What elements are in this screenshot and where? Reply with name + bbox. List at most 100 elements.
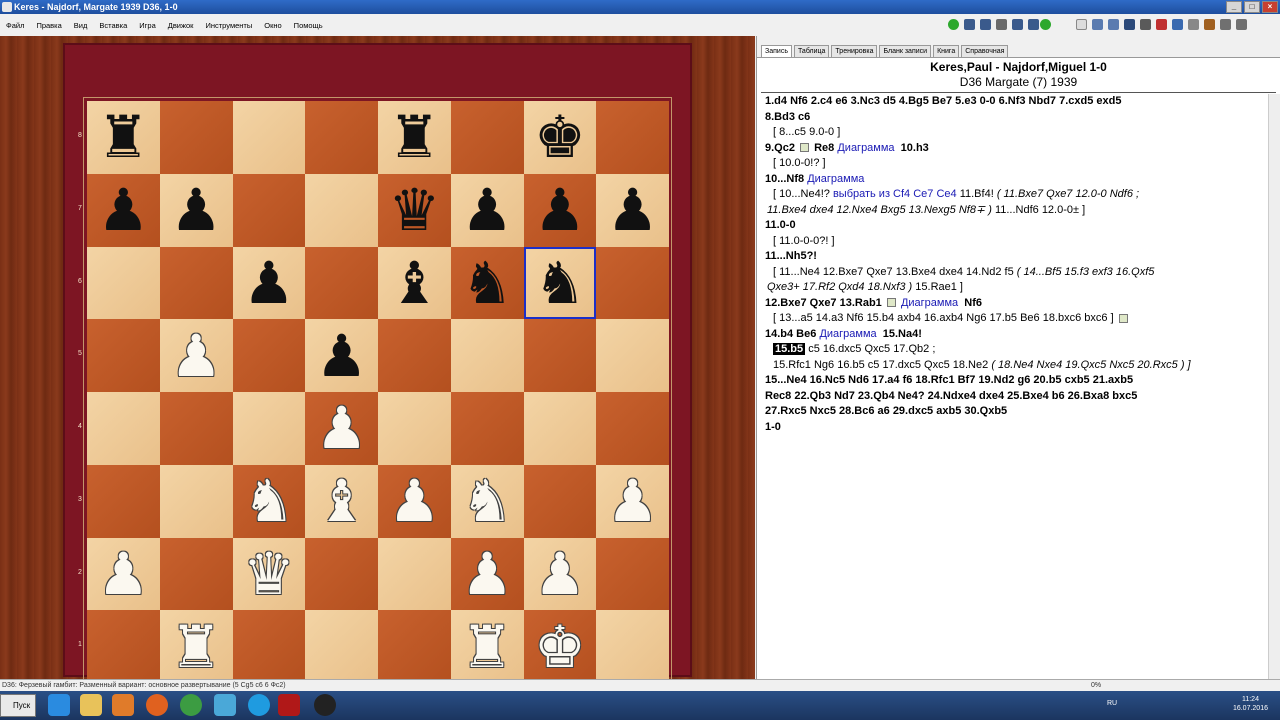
square-e4[interactable] [378,392,451,465]
square-h4[interactable] [596,392,669,465]
menu-help[interactable]: Помощь [292,20,325,31]
square-e8[interactable]: ♜ [378,101,451,174]
close-button[interactable]: × [1262,1,1278,13]
square-g2[interactable]: ♟ [523,537,597,611]
black-king-icon[interactable]: ♚ [534,108,586,166]
square-a2[interactable]: ♟ [87,537,160,611]
square-f6[interactable]: ♞ [450,246,524,320]
white-pawn-icon[interactable]: ♟ [607,472,659,530]
menu-view[interactable]: Вид [72,20,90,31]
square-d2[interactable] [305,537,378,611]
square-c2[interactable]: ♛ [232,537,306,611]
save-icon[interactable] [1124,19,1135,30]
move-text[interactable]: 10.h3 [901,142,929,154]
move-line[interactable]: 8.Bd3 c6 [765,110,1265,126]
square-g5[interactable] [523,319,597,392]
firefox-icon[interactable] [146,694,168,716]
square-h3[interactable]: ♟ [596,464,669,538]
clock[interactable]: 11:24 16.07.2016 [1233,695,1268,713]
white-pawn-icon[interactable]: ♟ [97,545,149,603]
variation-line[interactable]: [ 13...a5 14.a3 Nf6 15.b4 axb4 16.axb4 N… [765,311,1265,327]
square-f3[interactable]: ♞ [450,464,524,538]
black-pawn-icon[interactable]: ♟ [170,181,222,239]
menu-window[interactable]: Окно [262,20,283,31]
move-line[interactable]: 15...Ne4 16.Nc5 Nd6 17.a4 f6 18.Rfc1 Bf7… [765,373,1265,389]
square-c8[interactable] [232,101,306,174]
black-queen-icon[interactable]: ♛ [388,181,440,239]
square-g1[interactable]: ♚ [523,610,597,683]
square-f8[interactable] [450,101,524,174]
chrome-icon[interactable] [180,694,202,716]
square-b1[interactable]: ♜ [159,610,233,683]
square-e1[interactable] [378,610,451,683]
square-b6[interactable] [159,246,233,320]
variation-text[interactable]: 15.Rae1 ] [915,281,963,293]
square-h6[interactable] [596,246,669,320]
skype-icon[interactable] [248,694,270,716]
tab-reference[interactable]: Справочная [961,45,1009,57]
language-indicator[interactable]: RU [1107,700,1117,707]
square-g3[interactable] [523,464,597,538]
move-text[interactable]: Re8 [814,142,834,154]
square-a5[interactable] [87,319,160,392]
move-list[interactable]: 1.d4 Nf6 2.c4 e6 3.Nc3 d5 4.Bg5 Be7 5.e3… [765,94,1265,435]
white-pawn-icon[interactable]: ♟ [388,472,440,530]
black-pawn-icon[interactable]: ♟ [243,254,295,312]
engine-icon[interactable] [1172,19,1183,30]
square-a3[interactable] [87,464,160,538]
square-f4[interactable] [450,392,524,465]
menu-tools[interactable]: Инструменты [203,20,254,31]
square-a6[interactable] [87,246,160,320]
variation-text[interactable]: 11.Bf4! [960,188,994,200]
square-d1[interactable] [305,610,378,683]
square-b7[interactable]: ♟ [159,173,233,247]
black-knight-icon[interactable]: ♞ [534,254,586,312]
move-text[interactable]: Nf6 [964,297,982,309]
move-line[interactable]: 12.Bxe7 Qxe7 13.Rab1 Диаграмма Nf6 [765,296,1265,312]
variation-text[interactable]: 15.Rfc1 Ng6 16.b5 c5 17.dxc5 Qxc5 18.Ne2 [773,359,988,371]
pencil-icon[interactable] [1204,19,1215,30]
square-a4[interactable] [87,392,160,465]
white-knight-icon[interactable]: ♞ [461,472,513,530]
square-d4[interactable]: ♟ [305,392,378,465]
black-pawn-icon[interactable]: ♟ [97,181,149,239]
tab-scoresheet[interactable]: Бланк записи [879,45,932,57]
subvariation-text[interactable]: ( 11.Bxe7 Qxe7 12.0-0 Ndf6 ; [997,188,1139,200]
square-h5[interactable] [596,319,669,392]
square-d6[interactable] [305,246,378,320]
white-pawn-icon[interactable]: ♟ [170,327,222,385]
settings-icon[interactable] [1220,19,1231,30]
variation-line[interactable]: 15.Rfc1 Ng6 16.b5 c5 17.dxc5 Qxc5 18.Ne2… [765,358,1265,374]
variation-text[interactable]: 11...Ndf6 12.0-0± ] [995,204,1085,216]
square-g6[interactable]: ♞ [523,246,597,320]
tab-table[interactable]: Таблица [793,45,830,57]
square-e2[interactable] [378,537,451,611]
variation-text[interactable]: [ 11...Ne4 12.Bxe7 Qxe7 13.Bxe4 dxe4 14.… [773,266,1014,278]
variation-line[interactable]: [ 11...Ne4 12.Bxe7 Qxe7 13.Bxe4 dxe4 14.… [765,265,1265,281]
white-rook-icon[interactable]: ♜ [170,618,222,676]
last-move-icon[interactable] [1028,19,1039,30]
move-text[interactable]: 14.b4 Be6 [765,328,816,340]
ie-icon[interactable] [48,694,70,716]
square-f7[interactable]: ♟ [450,173,524,247]
white-pawn-icon[interactable]: ♟ [534,545,586,603]
folder-icon[interactable] [214,694,236,716]
subvariation-text[interactable]: Qxe3+ 17.Rf2 Qxd4 18.Nxf3 ) [767,281,912,293]
square-e3[interactable]: ♟ [378,464,451,538]
variation-text[interactable]: [ 10...Ne4!? [773,188,830,200]
white-knight-icon[interactable]: ♞ [243,472,295,530]
variation-line[interactable]: [ 10...Ne4!? выбрать из Cf4 Ce7 Ce4 11.B… [765,187,1265,203]
square-e7[interactable]: ♛ [378,173,451,247]
vertical-scrollbar[interactable] [1268,94,1280,679]
start-button[interactable]: Пуск [0,694,36,717]
move-line[interactable]: Rec8 22.Qb3 Nd7 23.Qb4 Ne4? 24.Ndxe4 dxe… [765,389,1265,405]
maximize-button[interactable]: □ [1244,1,1260,13]
play-end-icon[interactable] [1040,19,1051,30]
black-knight-icon[interactable]: ♞ [461,254,513,312]
move-text[interactable]: 12.Bxe7 Qxe7 13.Rab1 [765,297,882,309]
print-icon[interactable] [1140,19,1151,30]
menu-game[interactable]: Игра [137,20,157,31]
variation-line[interactable]: Qxe3+ 17.Rf2 Qxd4 18.Nxf3 ) 15.Rae1 ] [765,280,1265,296]
variation-line[interactable]: [ 10.0-0!? ] [765,156,1265,172]
minimize-button[interactable]: _ [1226,1,1242,13]
